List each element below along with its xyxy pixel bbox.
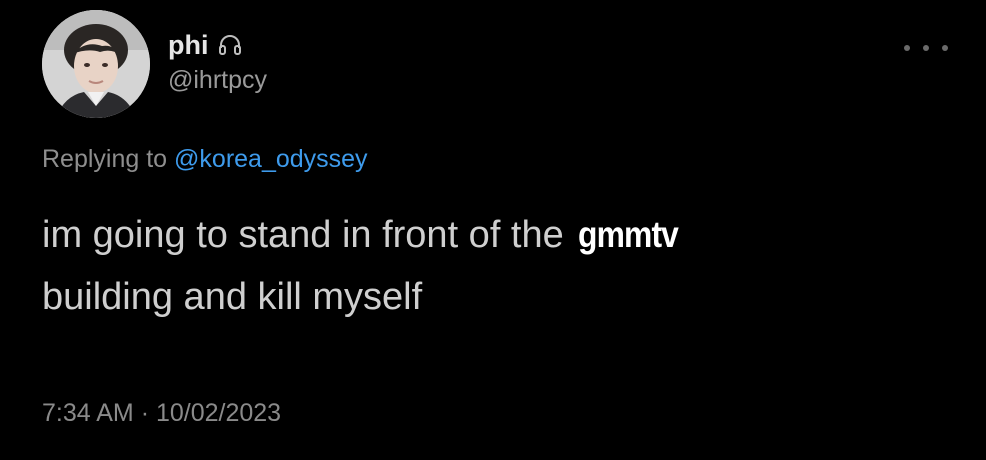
- timestamp-separator: ·: [140, 399, 150, 427]
- tweet-text-line-1: im going to stand in front of the gmmtv: [42, 204, 962, 266]
- timestamp-date: 10/02/2023: [155, 399, 282, 427]
- more-options-icon-dot: [942, 45, 948, 51]
- tweet-text-line-1-text: im going to stand in front of the: [42, 214, 564, 256]
- name-row: phi: [168, 28, 267, 62]
- tweet-card: phi @ihrtpcy Replying to @korea_odyssey …: [0, 0, 986, 460]
- replying-to-label: Replying to: [42, 145, 168, 173]
- more-options-icon: [904, 45, 910, 51]
- more-options-button[interactable]: [904, 40, 948, 56]
- avatar[interactable]: [42, 10, 150, 118]
- timestamp-time: 7:34 AM: [42, 399, 134, 427]
- author-block: phi @ihrtpcy: [168, 28, 267, 96]
- tweet-text: im going to stand in front of the gmmtv b…: [42, 204, 962, 328]
- overlay-word-sticker: gmmtv: [577, 214, 679, 255]
- reply-mention-link[interactable]: @korea_odyssey: [174, 145, 368, 173]
- display-name[interactable]: phi: [168, 28, 209, 62]
- avatar-photo: [42, 10, 150, 118]
- replying-to: Replying to @korea_odyssey: [42, 142, 368, 176]
- user-handle[interactable]: @ihrtpcy: [168, 64, 267, 96]
- tweet-timestamp[interactable]: 7:34 AM · 10/02/2023: [42, 396, 281, 430]
- more-options-icon-dot: [923, 45, 929, 51]
- headphones-icon: [217, 32, 243, 58]
- tweet-text-line-2: building and kill myself: [42, 276, 423, 318]
